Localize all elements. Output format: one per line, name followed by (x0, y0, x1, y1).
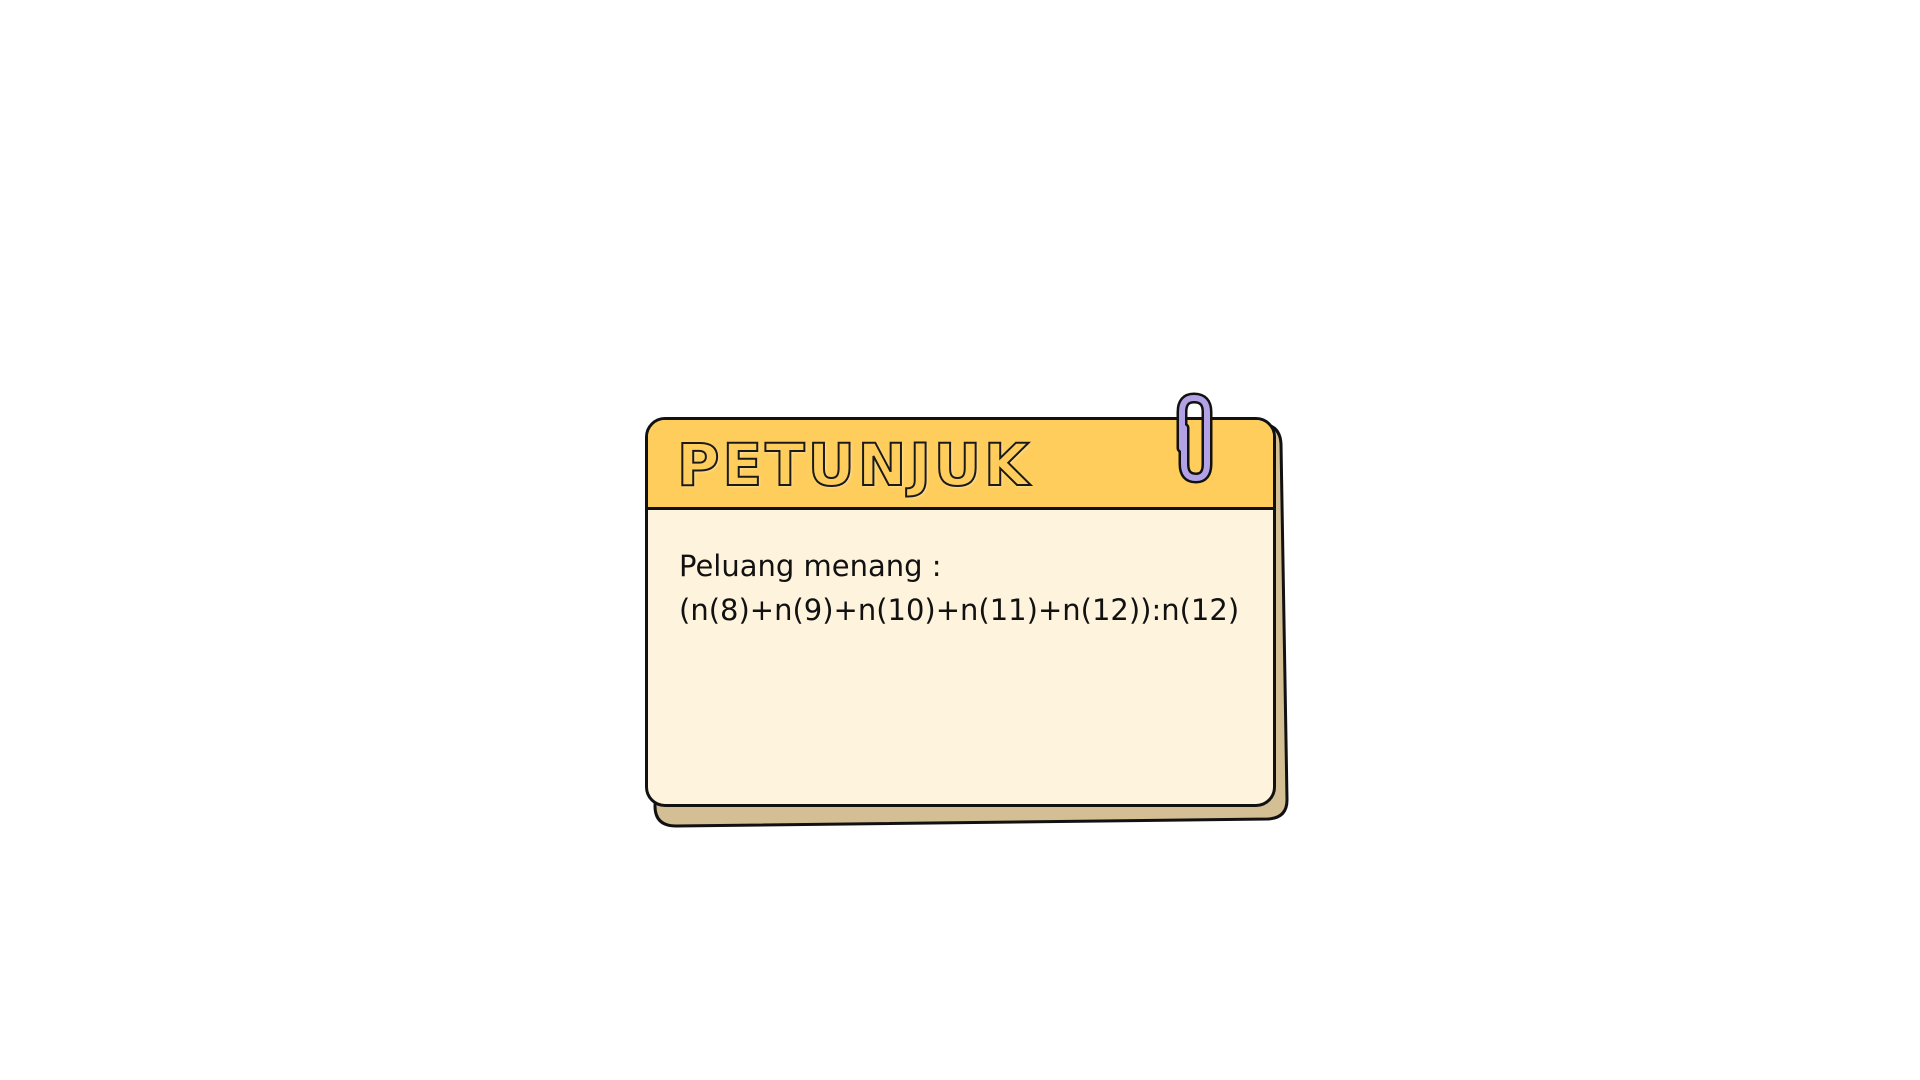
card-body: Peluang menang : (n(8)+n(9)+n(10)+n(11)+… (648, 510, 1273, 632)
hint-text-line: Peluang menang : (679, 549, 942, 583)
hint-formula-line: (n(8)+n(9)+n(10)+n(11)+n(12)):n(12) (679, 593, 1240, 627)
canvas: PETUNJUK Peluang menang : (n(8)+n(9)+n(1… (0, 0, 1920, 1080)
card-title: PETUNJUK (676, 430, 1032, 500)
paperclip-icon (1176, 392, 1213, 484)
